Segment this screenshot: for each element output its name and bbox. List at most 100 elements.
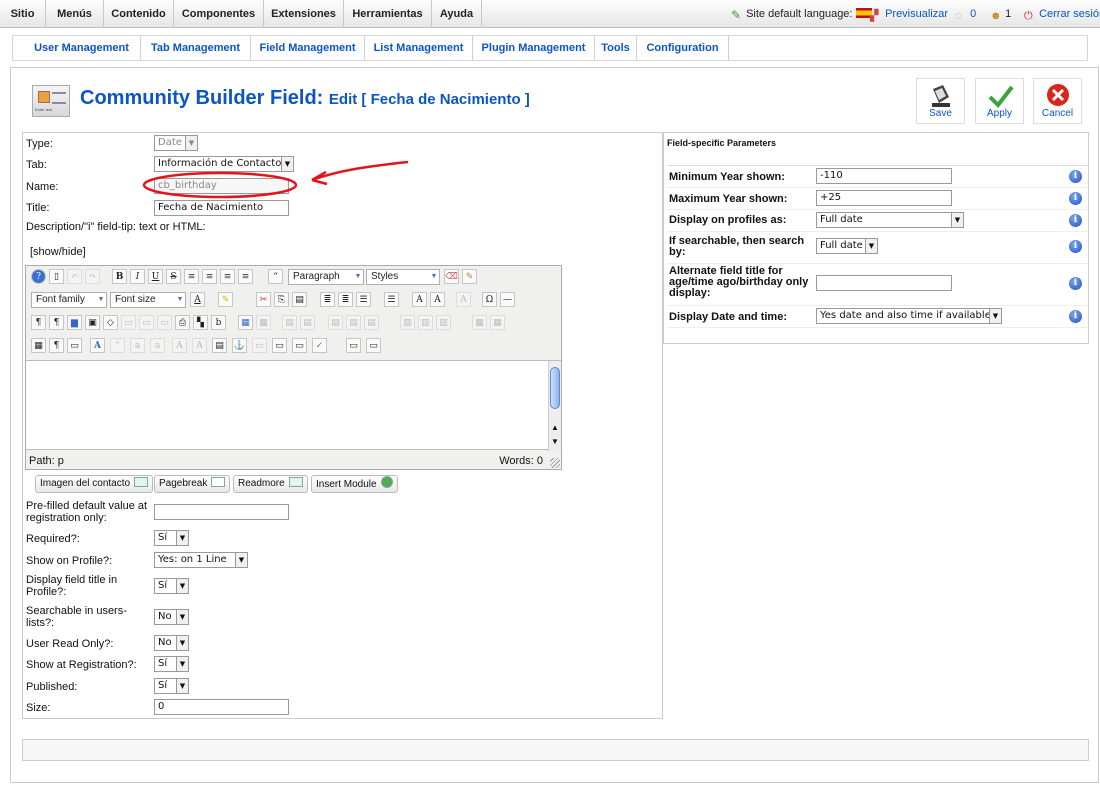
italic-icon[interactable]: I: [130, 269, 145, 284]
menu-herramientas[interactable]: Herramientas: [344, 0, 432, 28]
special-char-icon[interactable]: Ω: [482, 292, 497, 307]
styleprops-icon[interactable]: A: [90, 338, 105, 353]
tab-select[interactable]: Información de Contacto ▼: [154, 156, 294, 172]
type-select[interactable]: Date ▼: [154, 135, 198, 151]
cleanup-broom-icon[interactable]: ✎: [462, 269, 477, 284]
ltr-icon[interactable]: ¶: [31, 315, 46, 330]
underline-icon[interactable]: U: [148, 269, 163, 284]
insert-layer-icon[interactable]: ▭: [272, 338, 287, 353]
menu-extensiones[interactable]: Extensiones: [264, 0, 344, 28]
insert-row-after-icon[interactable]: ▤: [346, 315, 361, 330]
menu-contenido[interactable]: Contenido: [104, 0, 174, 28]
visual-aid-icon[interactable]: ▦: [31, 338, 46, 353]
anchor-icon[interactable]: ▭: [121, 315, 136, 330]
cell-props-icon[interactable]: ▤: [300, 315, 315, 330]
font-size-dropdown[interactable]: Font size ▼: [110, 292, 186, 308]
search-by-select[interactable]: Full date ▼: [816, 238, 878, 254]
nav-user-management[interactable]: User Management: [23, 36, 141, 60]
strikethrough-icon[interactable]: S: [166, 269, 181, 284]
show-hide-toggle[interactable]: [show/hide]: [30, 246, 86, 258]
table-icon[interactable]: ▦: [238, 315, 253, 330]
menu-componentes[interactable]: Componentes: [174, 0, 264, 28]
redo-icon[interactable]: ↷: [85, 269, 100, 284]
show-registration-select[interactable]: Sí ▼: [154, 656, 189, 672]
alt-title-input[interactable]: [816, 275, 952, 291]
readmore-button[interactable]: Readmore: [233, 475, 308, 493]
info-icon[interactable]: i: [1069, 277, 1082, 290]
editor-scrollbar[interactable]: ▲ ▼: [548, 361, 561, 451]
layer-icon[interactable]: ▭: [252, 338, 267, 353]
subscript-icon[interactable]: A: [412, 292, 427, 307]
bold-icon[interactable]: B: [112, 269, 127, 284]
name-input[interactable]: cb_birthday: [154, 178, 289, 194]
fullscreen-icon[interactable]: ▭: [346, 338, 361, 353]
messages-status[interactable]: ◌ 0: [955, 0, 976, 28]
insert-col-after-icon[interactable]: ▥: [418, 315, 433, 330]
del-icon[interactable]: A: [172, 338, 187, 353]
split-cells-icon[interactable]: ▦: [472, 315, 487, 330]
image-icon[interactable]: ▣: [85, 315, 100, 330]
align-left-icon[interactable]: ≡: [220, 269, 235, 284]
fade-icon[interactable]: A: [456, 292, 471, 307]
menu-menus[interactable]: Menús: [46, 0, 104, 28]
row-props-icon[interactable]: ▤: [282, 315, 297, 330]
resize-handle-icon[interactable]: [550, 458, 560, 468]
align-center-icon[interactable]: ≡: [202, 269, 217, 284]
attribs-icon[interactable]: ▤: [212, 338, 227, 353]
align-justify-icon[interactable]: ≡: [184, 269, 199, 284]
apply-button[interactable]: Apply: [975, 78, 1024, 124]
merge-cells-icon[interactable]: ▦: [490, 315, 505, 330]
find-icon[interactable]: ▚: [193, 315, 208, 330]
numbered-list-icon[interactable]: ☰: [356, 292, 371, 307]
print-icon[interactable]: ⎙: [175, 315, 190, 330]
menu-ayuda[interactable]: Ayuda: [432, 0, 482, 28]
nav-list-management[interactable]: List Management: [365, 36, 473, 60]
cancel-button[interactable]: Cancel: [1033, 78, 1082, 124]
nav-configuration[interactable]: Configuration: [637, 36, 729, 60]
info-icon[interactable]: i: [1069, 170, 1082, 183]
acronym-icon[interactable]: a: [150, 338, 165, 353]
help-icon[interactable]: ?: [31, 269, 46, 284]
title-input[interactable]: Fecha de Nacimiento: [154, 200, 289, 216]
styles-dropdown[interactable]: Styles ▼: [366, 269, 440, 285]
info-icon[interactable]: i: [1069, 240, 1082, 253]
preview-link[interactable]: ▞ Previsualizar: [870, 0, 948, 28]
save-button[interactable]: Save: [916, 78, 965, 124]
spellcheck-icon[interactable]: ✓: [312, 338, 327, 353]
readonly-select[interactable]: No ▼: [154, 635, 189, 651]
rtl-icon[interactable]: ¶: [49, 315, 64, 330]
code-icon[interactable]: ◇: [103, 315, 118, 330]
insert-row-before-icon[interactable]: ▤: [328, 315, 343, 330]
show-profile-select[interactable]: Yes: on 1 Line ▼: [154, 552, 248, 568]
bullet-list-icon[interactable]: ☰: [384, 292, 399, 307]
abbr-icon[interactable]: a: [130, 338, 145, 353]
format-dropdown[interactable]: Paragraph ▼: [288, 269, 364, 285]
display-datetime-select[interactable]: Yes date and also time if available ▼: [816, 308, 1002, 324]
delete-table-icon[interactable]: ▦: [256, 315, 271, 330]
show-blocks-icon[interactable]: ¶: [49, 338, 64, 353]
font-family-dropdown[interactable]: Font family ▼: [31, 292, 107, 308]
preview-page-icon[interactable]: ▭: [366, 338, 381, 353]
prefilled-input[interactable]: [154, 504, 289, 520]
max-year-input[interactable]: +25: [816, 190, 952, 206]
users-status[interactable]: ☻ 1: [990, 0, 1011, 28]
scrollbar-thumb[interactable]: [550, 367, 560, 409]
delete-row-icon[interactable]: ▤: [364, 315, 379, 330]
horizontal-rule-icon[interactable]: —: [500, 292, 515, 307]
scroll-down-icon[interactable]: ▼: [551, 437, 559, 446]
editor-content-area[interactable]: ▲ ▼: [26, 360, 561, 451]
search-icon[interactable]: ≣: [320, 292, 335, 307]
highlight-color-icon[interactable]: ✎: [218, 292, 233, 307]
copy-icon[interactable]: ⎘: [274, 292, 289, 307]
nav-tab-management[interactable]: Tab Management: [141, 36, 251, 60]
info-icon[interactable]: i: [1069, 192, 1082, 205]
size-input[interactable]: 0: [154, 699, 289, 715]
scroll-up-icon[interactable]: ▲: [551, 423, 559, 432]
nav-field-management[interactable]: Field Management: [251, 36, 365, 60]
cite-icon[interactable]: “: [110, 338, 125, 353]
display-title-select[interactable]: Sí ▼: [154, 578, 189, 594]
replace-icon[interactable]: ≣: [338, 292, 353, 307]
info-icon[interactable]: i: [1069, 214, 1082, 227]
absolute-icon[interactable]: ▭: [292, 338, 307, 353]
insert-col-before-icon[interactable]: ▥: [400, 315, 415, 330]
